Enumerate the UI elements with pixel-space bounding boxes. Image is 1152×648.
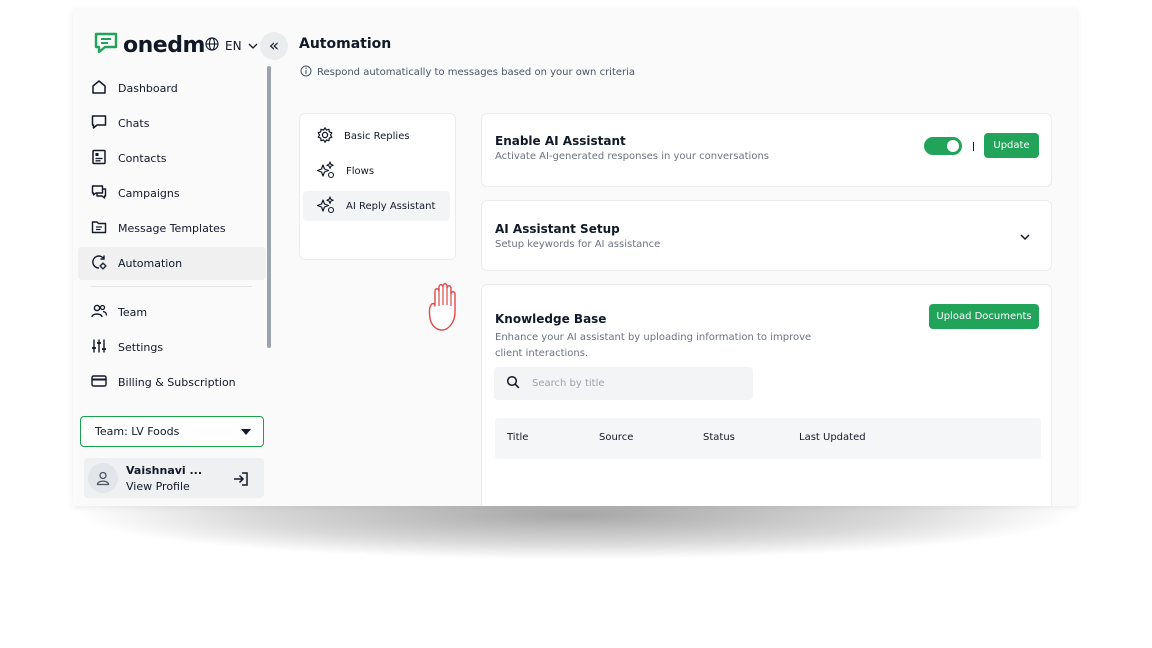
sidebar-item-billing[interactable]: Billing & Subscription [78, 366, 266, 399]
kb-title: Knowledge Base [495, 312, 607, 326]
sidebar-item-chats[interactable]: Chats [78, 107, 266, 140]
enable-ai-desc: Activate AI-generated responses in your … [495, 151, 769, 162]
sidebar-item-automation[interactable]: Automation [78, 247, 266, 280]
menu-item-ai-reply-assistant[interactable]: AI Reply Assistant [303, 191, 450, 221]
sidebar-item-label: Team [118, 306, 148, 319]
sidebar-item-team[interactable]: Team [78, 296, 266, 329]
column-header-title[interactable]: Title [507, 432, 528, 443]
divider-bar [973, 142, 974, 151]
enable-ai-card: Enable AI Assistant Activate AI-generate… [481, 113, 1052, 187]
sidebar-item-label: Contacts [118, 152, 167, 165]
sidebar-item-label: Billing & Subscription [118, 376, 236, 389]
search-input[interactable]: Search by title [494, 367, 753, 400]
chat-logo-icon [93, 30, 119, 60]
caret-down-icon [241, 428, 251, 435]
sidebar-item-label: Settings [118, 341, 164, 354]
upload-documents-button[interactable]: Upload Documents [929, 304, 1039, 329]
menu-item-flows[interactable]: Flows [303, 156, 450, 186]
campaigns-icon [90, 183, 108, 204]
kb-desc-line2: client interactions. [495, 348, 589, 359]
sidebar-item-label: Chats [118, 117, 150, 130]
sidebar-item-settings[interactable]: Settings [78, 331, 266, 364]
hand-cursor-icon [425, 278, 471, 338]
sidebar-item-contacts[interactable]: Contacts [78, 142, 266, 175]
sparkle-icon [316, 195, 336, 218]
contacts-icon [90, 148, 108, 169]
team-icon [90, 302, 108, 323]
knowledge-base-card: Knowledge Base Enhance your AI assistant… [481, 284, 1052, 506]
column-header-last-updated[interactable]: Last Updated [799, 432, 866, 443]
ai-setup-desc: Setup keywords for AI assistance [495, 239, 661, 250]
toggle-knob [947, 140, 959, 152]
sidebar-item-campaigns[interactable]: Campaigns [78, 177, 266, 210]
sidebar-item-dashboard[interactable]: Dashboard [78, 72, 266, 105]
logo-text: onedm [123, 32, 205, 58]
search-placeholder: Search by title [532, 378, 605, 389]
sidebar: onedm EN Dashboard Chats Contacts Campai… [73, 8, 273, 506]
double-chevron-left-icon: « [268, 36, 280, 56]
menu-item-label: Basic Replies [344, 130, 410, 142]
automation-icon [90, 253, 108, 274]
sidebar-nav: Dashboard Chats Contacts Campaigns Messa… [78, 72, 266, 401]
page-subtitle: Respond automatically to messages based … [300, 65, 635, 80]
profile-text: Vaishnavi ... View Profile [126, 464, 202, 493]
stage: onedm EN Dashboard Chats Contacts Campai… [0, 0, 1152, 648]
chat-icon [90, 113, 108, 134]
collapse-sidebar-button[interactable]: « [260, 32, 288, 60]
page-title: Automation [299, 36, 392, 52]
credit-card-icon [90, 372, 108, 393]
ai-setup-card[interactable]: AI Assistant Setup Setup keywords for AI… [481, 200, 1052, 271]
profile-name: Vaishnavi ... [126, 463, 203, 477]
templates-icon [90, 218, 108, 239]
search-icon [506, 375, 520, 392]
sidebar-scrollbar[interactable] [267, 66, 271, 348]
kb-desc-line1: Enhance your AI assistant by uploading i… [495, 332, 812, 343]
team-select[interactable]: Team: LV Foods [80, 416, 264, 447]
sparkle-icon [316, 160, 336, 183]
sidebar-item-message-templates[interactable]: Message Templates [78, 212, 266, 245]
table-header: Title Source Status Last Updated [495, 418, 1041, 459]
app-window: onedm EN Dashboard Chats Contacts Campai… [73, 8, 1077, 506]
automation-menu: Basic Replies Flows AI Reply Assistant [299, 113, 456, 260]
language-code: EN [225, 38, 242, 53]
logo[interactable]: onedm [93, 30, 205, 60]
sliders-icon [90, 337, 108, 358]
avatar [88, 463, 118, 493]
view-profile-link[interactable]: View Profile [126, 480, 202, 493]
language-selector[interactable]: EN [205, 37, 258, 54]
sidebar-item-label: Message Templates [118, 222, 226, 235]
profile-card[interactable]: Vaishnavi ... View Profile [84, 458, 264, 498]
chevron-down-icon[interactable] [1019, 227, 1031, 246]
menu-item-label: AI Reply Assistant [346, 200, 436, 212]
page-subtitle-text: Respond automatically to messages based … [317, 67, 636, 78]
globe-icon [205, 37, 219, 54]
sidebar-item-label: Dashboard [118, 82, 178, 95]
ai-setup-title: AI Assistant Setup [495, 222, 620, 236]
menu-item-label: Flows [346, 165, 375, 177]
column-header-source[interactable]: Source [599, 432, 633, 443]
home-icon [90, 78, 108, 99]
sidebar-item-label: Campaigns [118, 187, 180, 200]
chevron-down-icon [248, 39, 258, 53]
team-select-value: Team: LV Foods [95, 425, 180, 438]
column-header-status[interactable]: Status [703, 432, 735, 443]
gear-icon [316, 126, 334, 147]
ai-assistant-toggle[interactable] [924, 137, 962, 155]
update-button[interactable]: Update [984, 133, 1039, 158]
sidebar-item-label: Automation [118, 257, 183, 270]
logout-icon[interactable] [232, 470, 250, 492]
info-icon [300, 65, 312, 80]
sidebar-divider [90, 286, 252, 287]
enable-ai-title: Enable AI Assistant [495, 134, 626, 148]
menu-item-basic-replies[interactable]: Basic Replies [303, 121, 450, 151]
